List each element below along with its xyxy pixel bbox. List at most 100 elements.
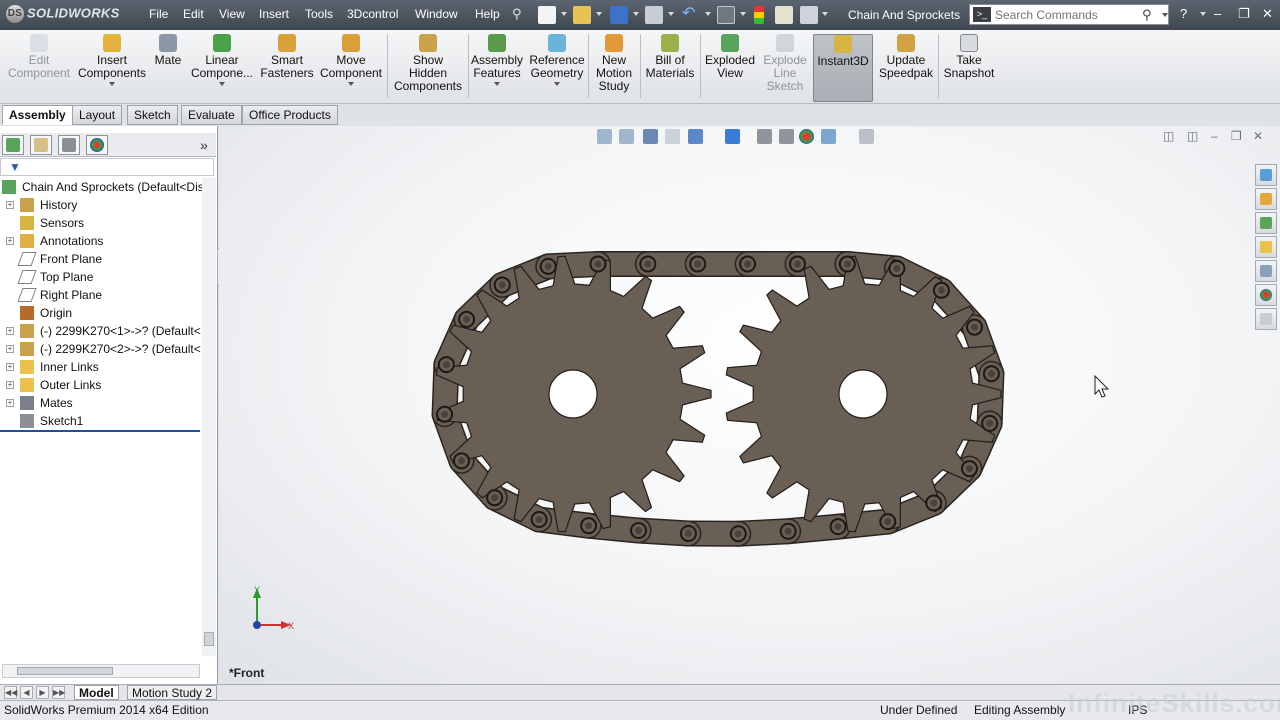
instant3d-button[interactable]: Instant3D bbox=[813, 34, 873, 102]
undo-dropdown-icon[interactable] bbox=[705, 12, 711, 16]
menu-file[interactable]: File bbox=[149, 7, 168, 21]
restore-button[interactable]: ❐ bbox=[1238, 6, 1250, 22]
minimize-button[interactable]: – bbox=[1214, 6, 1221, 21]
propertymanager-tab[interactable] bbox=[30, 135, 52, 155]
expand-toggle-icon[interactable]: + bbox=[6, 327, 14, 335]
exploded-view-button[interactable]: Exploded View bbox=[703, 34, 757, 80]
displaymanager-tab[interactable] bbox=[86, 135, 108, 155]
tree-item[interactable]: Right Plane bbox=[0, 286, 214, 304]
tab-model[interactable]: Model bbox=[74, 685, 119, 700]
move-component-button[interactable]: Move Component bbox=[318, 34, 384, 86]
menu-3dcontrol[interactable]: 3Dcontrol bbox=[347, 7, 398, 21]
tab-office-products[interactable]: Office Products bbox=[242, 105, 338, 125]
options-icon[interactable] bbox=[800, 6, 818, 24]
show-hidden-components-button[interactable]: Show Hidden Components bbox=[391, 34, 465, 93]
reference-geometry-button[interactable]: Reference Geometry bbox=[528, 34, 586, 86]
new-document-icon[interactable] bbox=[538, 6, 556, 24]
file-explorer-tab[interactable] bbox=[1255, 212, 1277, 234]
file-properties-icon[interactable] bbox=[775, 6, 793, 24]
design-library-tab[interactable] bbox=[1255, 188, 1277, 210]
update-speedpak-button[interactable]: Update Speedpak bbox=[877, 34, 935, 80]
view-palette-tab[interactable] bbox=[1255, 236, 1277, 258]
chain-and-sprockets-model[interactable]: Y X bbox=[219, 126, 1280, 684]
print-dropdown-icon[interactable] bbox=[668, 12, 674, 16]
featuremanager-tab[interactable] bbox=[2, 135, 24, 155]
linear-pattern-dropdown-icon[interactable] bbox=[219, 82, 225, 86]
search-commands-box[interactable]: >_ ⚲ bbox=[969, 4, 1169, 25]
print-icon[interactable] bbox=[645, 6, 663, 24]
expand-toggle-icon[interactable]: + bbox=[6, 399, 14, 407]
rebuild-traffic-light-icon[interactable] bbox=[754, 6, 764, 24]
bill-of-materials-button[interactable]: Bill of Materials bbox=[643, 34, 697, 80]
assembly-features-dropdown-icon[interactable] bbox=[494, 82, 500, 86]
sprockets[interactable] bbox=[435, 255, 1002, 533]
tree-item[interactable]: Sketch1 bbox=[0, 412, 214, 430]
tab-evaluate[interactable]: Evaluate bbox=[181, 105, 242, 125]
search-tab[interactable] bbox=[1255, 260, 1277, 282]
reference-geometry-dropdown-icon[interactable] bbox=[554, 82, 560, 86]
insert-components-dropdown-icon[interactable] bbox=[109, 82, 115, 86]
linear-component-pattern-button[interactable]: Linear Compone... bbox=[189, 34, 255, 86]
menu-insert[interactable]: Insert bbox=[259, 7, 289, 21]
edit-component-button[interactable]: Edit Component bbox=[6, 34, 72, 80]
expand-toggle-icon[interactable]: + bbox=[6, 201, 14, 209]
menu-view[interactable]: View bbox=[219, 7, 245, 21]
take-snapshot-button[interactable]: Take Snapshot bbox=[941, 34, 997, 80]
appearances-tab[interactable] bbox=[1255, 284, 1277, 306]
tab-motion-study-2[interactable]: Motion Study 2 bbox=[127, 685, 218, 700]
tree-item[interactable]: + Annotations bbox=[0, 232, 214, 250]
move-component-dropdown-icon[interactable] bbox=[348, 82, 354, 86]
tree-item[interactable]: Front Plane bbox=[0, 250, 214, 268]
tree-item[interactable]: + Inner Links bbox=[0, 358, 214, 376]
save-icon[interactable] bbox=[610, 6, 628, 24]
menu-window[interactable]: Window bbox=[415, 7, 458, 21]
search-input[interactable] bbox=[995, 7, 1140, 22]
solidworks-logo[interactable]: DS SOLIDWORKS bbox=[6, 5, 128, 25]
tree-item[interactable]: + History bbox=[0, 196, 214, 214]
open-dropdown-icon[interactable] bbox=[596, 12, 602, 16]
select-dropdown-icon[interactable] bbox=[740, 12, 746, 16]
expand-toggle-icon[interactable]: + bbox=[6, 381, 14, 389]
collapse-panel-icon[interactable]: » bbox=[200, 137, 208, 153]
tree-item[interactable]: Top Plane bbox=[0, 268, 214, 286]
first-tab-arrow-icon[interactable]: ◀◀ bbox=[4, 686, 17, 699]
tree-horizontal-scrollbar[interactable] bbox=[2, 664, 200, 678]
menu-tools[interactable]: Tools bbox=[305, 7, 333, 21]
assembly-features-button[interactable]: Assembly Features bbox=[470, 34, 524, 86]
new-dropdown-icon[interactable] bbox=[561, 12, 567, 16]
open-folder-icon[interactable] bbox=[573, 6, 591, 24]
save-dropdown-icon[interactable] bbox=[633, 12, 639, 16]
smart-fasteners-button[interactable]: Smart Fasteners bbox=[259, 34, 315, 80]
search-dropdown-icon[interactable] bbox=[1162, 13, 1168, 17]
tree-item[interactable]: + Outer Links bbox=[0, 376, 214, 394]
tab-assembly[interactable]: Assembly bbox=[2, 105, 73, 125]
help-dropdown-icon[interactable] bbox=[1200, 12, 1206, 16]
pin-icon[interactable]: ⚲ bbox=[512, 6, 530, 24]
tab-sketch[interactable]: Sketch bbox=[127, 105, 178, 125]
tree-item[interactable]: + (-) 2299K270<1>->? (Default< bbox=[0, 322, 214, 340]
tree-item[interactable]: + Mates bbox=[0, 394, 214, 412]
explode-line-sketch-button[interactable]: Explode Line Sketch bbox=[760, 34, 810, 93]
undo-icon[interactable]: ↶ bbox=[682, 6, 700, 24]
graphics-area[interactable]: ◫ ◫ – ❐ ✕ Y X *Front bbox=[219, 126, 1280, 684]
filter-funnel-icon[interactable]: ▼ bbox=[9, 160, 21, 174]
menu-help[interactable]: Help bbox=[475, 7, 500, 21]
mate-button[interactable]: Mate bbox=[151, 34, 185, 67]
expand-toggle-icon[interactable]: + bbox=[6, 237, 14, 245]
custom-properties-tab[interactable] bbox=[1255, 308, 1277, 330]
search-icon[interactable]: ⚲ bbox=[1142, 7, 1152, 23]
horizontal-scroll-thumb[interactable] bbox=[17, 667, 113, 675]
view-triad[interactable]: Y X bbox=[253, 585, 294, 631]
tree-item[interactable]: + (-) 2299K270<2>->? (Default< bbox=[0, 340, 214, 358]
tab-layout[interactable]: Layout bbox=[72, 105, 123, 125]
tree-vertical-scrollbar[interactable] bbox=[202, 178, 216, 656]
select-arrow-icon[interactable] bbox=[717, 6, 735, 24]
help-question-icon[interactable]: ? bbox=[1180, 6, 1187, 21]
tree-filter[interactable]: ▼ bbox=[0, 158, 214, 176]
close-button[interactable]: ✕ bbox=[1262, 6, 1273, 22]
solidworks-resources-tab[interactable] bbox=[1255, 164, 1277, 186]
expand-toggle-icon[interactable]: + bbox=[6, 345, 14, 353]
expand-toggle-icon[interactable]: + bbox=[6, 363, 14, 371]
tree-item[interactable]: Sensors bbox=[0, 214, 214, 232]
next-tab-arrow-icon[interactable]: ▶ bbox=[36, 686, 49, 699]
